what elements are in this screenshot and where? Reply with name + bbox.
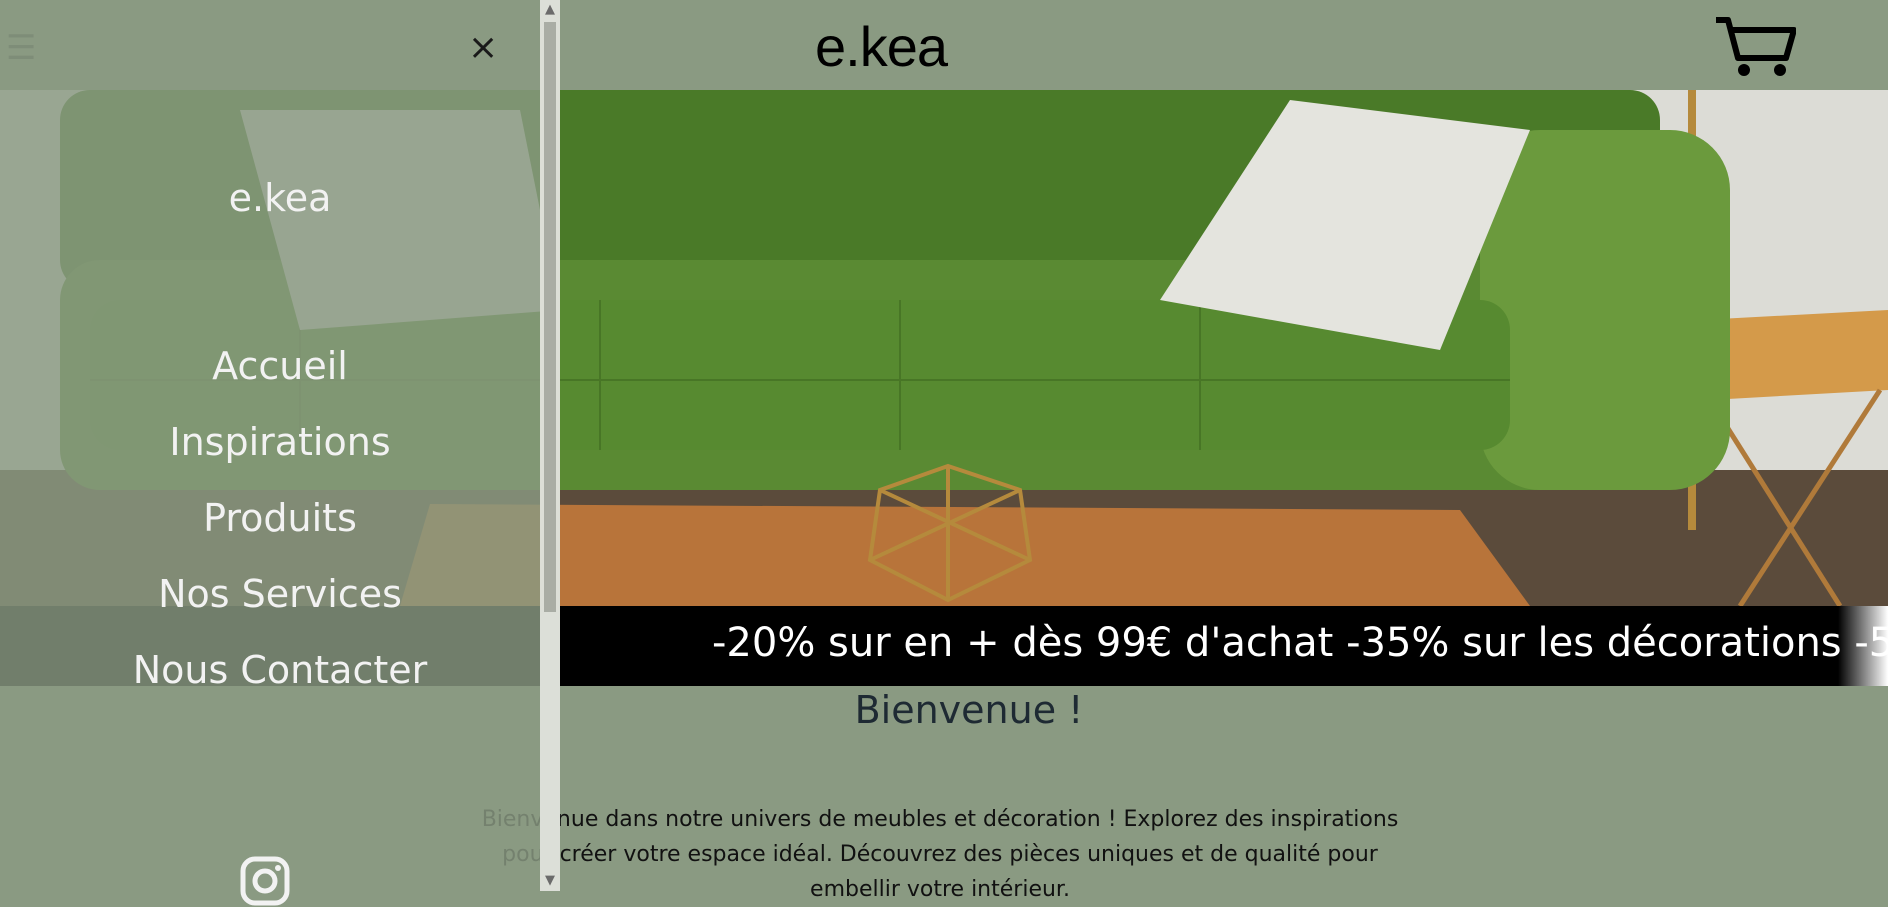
site-logo[interactable]: e.kea [815,14,948,79]
welcome-text: Bienvenue dans notre univers de meubles … [481,807,1399,902]
sidebar-item-nos-services[interactable]: Nos Services [0,566,560,642]
ticker-fade [1838,606,1888,686]
scroll-thumb[interactable] [544,22,556,612]
sidebar-scrollbar[interactable]: ▲ ▼ [540,0,560,891]
cart-icon[interactable] [1714,14,1796,78]
sidebar-item-inspirations[interactable]: Inspirations [0,414,560,490]
sidebar-item-accueil[interactable]: Accueil [0,338,560,414]
close-icon[interactable]: × [468,28,498,68]
scroll-down-arrow-icon[interactable]: ▼ [540,871,560,891]
sidebar-menu: × e.kea Accueil Inspirations Produits No… [0,0,540,906]
sidebar-item-nous-contacter[interactable]: Nous Contacter [0,642,560,718]
sidebar-nav: Accueil Inspirations Produits Nos Servic… [0,338,560,718]
sidebar-item-produits[interactable]: Produits [0,490,560,566]
instagram-icon[interactable] [240,856,290,906]
promo-text: -20% sur en + dès 99€ d'achat -35% sur l… [712,620,1888,666]
sidebar-brand[interactable]: e.kea [0,176,560,220]
scroll-up-arrow-icon[interactable]: ▲ [540,0,560,20]
